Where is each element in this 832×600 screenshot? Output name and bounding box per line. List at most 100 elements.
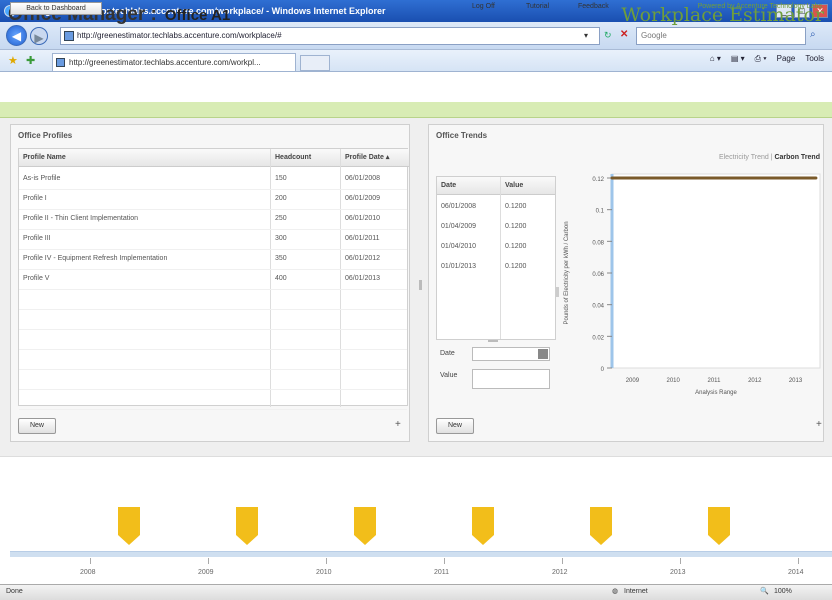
timeline-marker[interactable] — [472, 507, 494, 545]
row-line — [19, 189, 407, 190]
command-bar: ⌂ ▾ ▤ ▾ ⎙ ▾ Page Tools — [710, 54, 824, 64]
row-line — [19, 349, 407, 350]
cell-name: Profile II - Thin Client Implementation — [23, 215, 139, 222]
new-trend-button[interactable]: New — [436, 418, 474, 434]
refresh-icon[interactable]: ↻ — [604, 30, 612, 41]
timeline-year-label: 2009 — [198, 569, 214, 576]
cell-headcount: 350 — [275, 255, 287, 262]
cell-name: Profile V — [23, 275, 50, 282]
tab-title: http://greenestimator.techlabs.accenture… — [69, 58, 261, 67]
cell-date: 06/01/2008 — [441, 203, 477, 210]
cell-headcount: 250 — [275, 215, 287, 222]
home-icon[interactable]: ⌂ ▾ — [710, 54, 721, 64]
table-row[interactable]: Profile V 400 06/01/2013 — [19, 269, 407, 289]
forward-icon[interactable]: ▶ — [30, 27, 48, 45]
stop-icon[interactable]: ✕ — [620, 29, 628, 40]
y-tick-label: 0.04 — [592, 304, 604, 310]
trend-splitter-grip[interactable] — [556, 287, 559, 297]
cell-date: 06/01/2013 — [345, 275, 381, 282]
timeline-marker[interactable] — [118, 507, 140, 545]
cell-name: Profile IV - Equipment Refresh Implement… — [23, 255, 168, 262]
zoom-icon[interactable]: 🔍 — [760, 585, 769, 599]
table-row[interactable]: As-is Profile 150 06/01/2008 — [19, 169, 407, 189]
print-icon[interactable]: ⎙ ▾ — [755, 54, 767, 64]
zoom-level[interactable]: 100% — [774, 585, 792, 599]
add-profile-icon[interactable]: + — [395, 419, 401, 430]
address-dropdown-icon[interactable]: ▾ — [584, 31, 588, 40]
y-tick-label: 0.06 — [592, 272, 604, 278]
row-line — [19, 389, 407, 390]
feedback-link[interactable]: Feedback — [578, 3, 609, 10]
y-tick-label: 0.02 — [592, 335, 604, 341]
calendar-icon[interactable] — [538, 349, 548, 359]
date-field-label: Date — [440, 350, 455, 357]
value-field[interactable] — [472, 369, 550, 389]
new-tab-button[interactable] — [300, 55, 330, 71]
timeline-tick — [208, 558, 209, 564]
column-header-headcount[interactable]: Headcount — [271, 149, 341, 167]
table-row[interactable]: Profile IV - Equipment Refresh Implement… — [19, 249, 407, 269]
table-row[interactable]: Profile I 200 06/01/2009 — [19, 189, 407, 209]
row-line — [19, 229, 407, 230]
x-tick-label: 2011 — [708, 378, 722, 384]
trend-values-table: Date Value 06/01/2008 0.1200 01/04/2009 0.1… — [436, 176, 556, 340]
back-icon[interactable]: ◀ — [6, 25, 27, 46]
timeline-tick — [90, 558, 91, 564]
browser-tab[interactable]: http://greenestimator.techlabs.accenture… — [52, 53, 296, 71]
new-profile-button[interactable]: New — [18, 418, 56, 434]
table-row[interactable]: Profile III 300 06/01/2011 — [19, 229, 407, 249]
cell-value: 0.1200 — [505, 223, 527, 230]
page-menu[interactable]: Page — [777, 54, 796, 64]
cell-date: 01/04/2009 — [441, 223, 477, 230]
row-line — [19, 249, 407, 250]
favorites-star-icon[interactable]: ★ — [8, 54, 18, 67]
app-toolbar — [0, 102, 832, 118]
table-row[interactable]: 01/04/2010 0.1200 — [437, 237, 555, 257]
row-line — [19, 209, 407, 210]
status-text: Done — [6, 588, 23, 595]
log-off-link[interactable]: Log Off — [472, 3, 495, 10]
timeline-tick — [562, 558, 563, 564]
table-row[interactable]: 01/01/2013 0.1200 — [437, 257, 555, 277]
data-point — [814, 176, 818, 180]
cell-name: Profile III — [23, 235, 51, 242]
office-trends-title: Office Trends — [436, 131, 488, 140]
y-tick-label: 0.08 — [592, 240, 604, 246]
search-icon[interactable]: ⌕ — [810, 29, 816, 40]
splitter-grip[interactable] — [419, 280, 422, 290]
timeline-axis[interactable] — [10, 551, 832, 557]
plot-area — [611, 173, 821, 369]
cell-date: 06/01/2010 — [345, 215, 381, 222]
column-header-profile-name[interactable]: Profile Name — [19, 149, 271, 167]
cell-value: 0.1200 — [505, 243, 527, 250]
column-header-value[interactable]: Value — [501, 177, 555, 195]
cell-headcount: 400 — [275, 275, 287, 282]
cell-name: As-is Profile — [23, 175, 61, 182]
trend-resize-grip[interactable] — [488, 340, 498, 342]
address-text: http://greenestimator.techlabs.accenture… — [77, 31, 282, 40]
back-to-dashboard-button[interactable]: Back to Dashboard — [10, 2, 102, 15]
timeline-tick — [798, 558, 799, 564]
table-row[interactable]: 06/01/2008 0.1200 — [437, 197, 555, 217]
timeline-marker[interactable] — [590, 507, 612, 545]
column-header-date[interactable]: Date — [437, 177, 501, 195]
cell-date: 06/01/2008 — [345, 175, 381, 182]
table-row[interactable]: Profile II - Thin Client Implementation 2… — [19, 209, 407, 229]
page-icon — [64, 31, 74, 41]
add-favorite-icon[interactable]: ✚ — [26, 54, 35, 67]
tutorial-link[interactable]: Tutorial — [526, 3, 549, 10]
feeds-icon[interactable]: ▤ ▾ — [731, 54, 745, 64]
column-header-profile-date[interactable]: Profile Date ▴ — [341, 149, 409, 167]
timeline-marker[interactable] — [236, 507, 258, 545]
timeline-marker[interactable] — [708, 507, 730, 545]
row-line — [19, 329, 407, 330]
add-trend-icon[interactable]: + — [816, 419, 822, 430]
table-row[interactable]: 01/04/2009 0.1200 — [437, 217, 555, 237]
tools-menu[interactable]: Tools — [805, 54, 824, 64]
search-input[interactable]: Google — [636, 27, 806, 45]
data-point — [610, 176, 614, 180]
address-bar[interactable]: http://greenestimator.techlabs.accenture… — [60, 27, 600, 45]
timeline-marker[interactable] — [354, 507, 376, 545]
timeline-year-label: 2008 — [80, 569, 96, 576]
cell-date: 01/04/2010 — [441, 243, 477, 250]
